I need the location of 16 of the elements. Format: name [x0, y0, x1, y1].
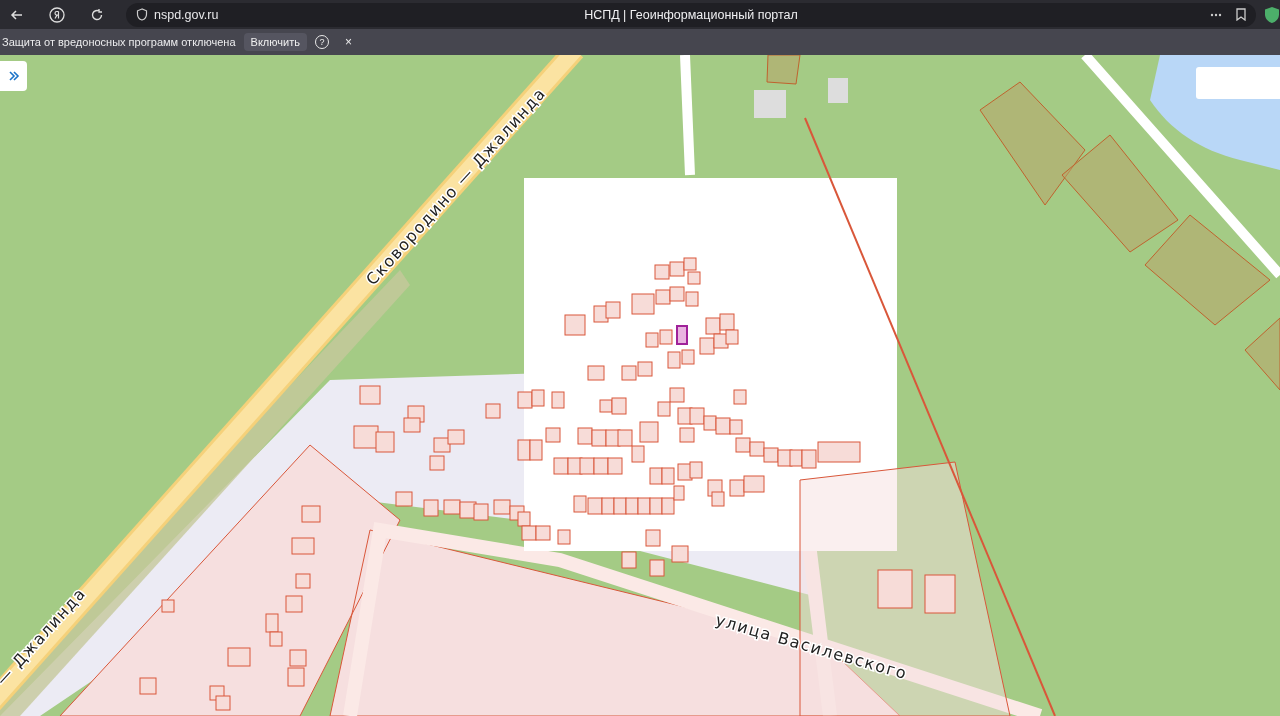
- url-text: nspd.gov.ru: [154, 7, 219, 22]
- building: [754, 90, 786, 118]
- logo-icon: [49, 6, 65, 23]
- page-title: НСПД | Геоинформационный портал: [584, 7, 798, 22]
- reload-icon: [90, 7, 104, 22]
- shield-icon[interactable]: [1264, 5, 1280, 24]
- building: [828, 78, 848, 103]
- shield-icon: [136, 8, 148, 21]
- back-arrow-icon: [10, 7, 24, 22]
- address-bar[interactable]: nspd.gov.ru НСПД | Геоинформационный портал: [126, 2, 1256, 27]
- bookmark-icon[interactable]: [1236, 8, 1246, 21]
- more-icon[interactable]: [1210, 12, 1222, 17]
- security-warning-text: Защита от вредоносных программ отключена: [2, 36, 236, 48]
- selected-parcel: [676, 325, 688, 345]
- enable-button[interactable]: Включить: [243, 33, 307, 51]
- close-button[interactable]: ×: [344, 35, 352, 49]
